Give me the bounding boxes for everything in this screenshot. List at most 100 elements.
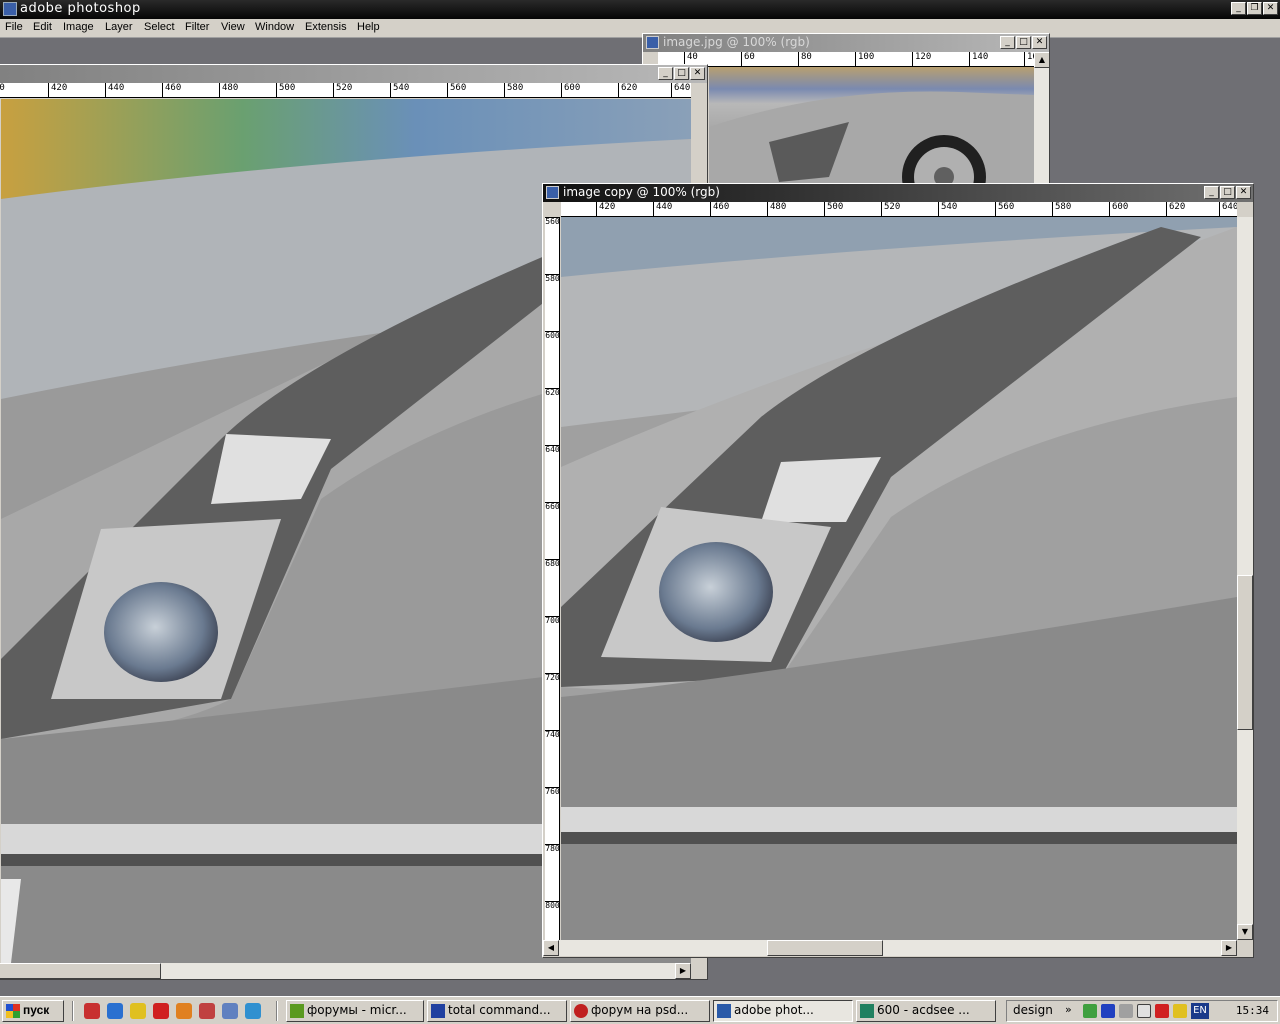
volume-icon[interactable] — [1119, 1004, 1133, 1018]
ruler-tick: 140 — [969, 52, 988, 66]
ruler-tick: 640 — [671, 83, 690, 97]
ruler-tick: 460 — [162, 83, 181, 97]
menu-select[interactable]: Select — [144, 21, 175, 33]
menu-help[interactable]: Help — [357, 21, 380, 33]
document-title-bar[interactable]: _ □ ✕ — [0, 65, 707, 83]
document-window-image-copy[interactable]: image copy @ 100% (rgb) _ □ ✕ 420 440 46… — [542, 183, 1254, 958]
maximize-button[interactable]: □ — [1016, 36, 1031, 49]
close-button[interactable]: ✕ — [1032, 36, 1047, 49]
scroll-down-arrow[interactable]: ▼ — [1237, 924, 1253, 940]
tray-icon[interactable] — [1083, 1004, 1097, 1018]
quicklaunch-app-icon[interactable] — [176, 1003, 192, 1019]
ruler-tick: 80 — [798, 52, 812, 66]
menu-view[interactable]: View — [221, 21, 245, 33]
ruler-tick: 800 — [545, 901, 560, 910]
ruler-tick: 440 — [105, 83, 124, 97]
document-title-bar[interactable]: image copy @ 100% (rgb) _ □ ✕ — [543, 184, 1253, 202]
language-indicator[interactable]: EN — [1191, 1003, 1209, 1019]
scroll-up-arrow[interactable]: ▲ — [1034, 52, 1049, 68]
scroll-thumb[interactable] — [0, 963, 161, 979]
chevron-right-icon[interactable]: » — [1065, 1003, 1072, 1016]
scroll-left-arrow[interactable]: ◀ — [543, 940, 559, 956]
system-tray: design » EN 15:34 — [1006, 1000, 1278, 1022]
menu-extensis[interactable]: Extensis — [305, 21, 347, 33]
photoshop-icon — [3, 2, 17, 16]
vertical-scrollbar[interactable]: ▲ — [1034, 52, 1049, 187]
app-title: adobe photoshop — [20, 1, 141, 16]
taskbar-button-label: форум на psd... — [591, 1003, 689, 1017]
taskbar-button-label: adobe phot... — [734, 1003, 814, 1017]
ruler-tick: 16 — [1024, 52, 1034, 66]
menu-layer[interactable]: Layer — [105, 21, 133, 33]
quicklaunch-ie-icon[interactable] — [107, 1003, 123, 1019]
horizontal-scrollbar[interactable]: ◀ ▶ — [543, 940, 1237, 956]
maximize-button[interactable]: □ — [674, 67, 689, 80]
minimize-button[interactable]: _ — [1204, 186, 1219, 199]
opera-icon — [574, 1004, 588, 1018]
ruler-tick: 100 — [855, 52, 874, 66]
ati-icon[interactable] — [1155, 1004, 1169, 1018]
taskbar-button-forum[interactable]: форумы - micr... — [286, 1000, 424, 1022]
minimize-button[interactable]: _ — [1000, 36, 1015, 49]
start-button[interactable]: пуск — [2, 1000, 64, 1022]
close-button[interactable]: ✕ — [1236, 186, 1251, 199]
ruler-tick: 460 — [710, 202, 729, 216]
car-image — [709, 91, 1034, 187]
ruler-tick: 440 — [653, 202, 672, 216]
document-canvas[interactable] — [561, 217, 1237, 940]
quicklaunch-app-icon[interactable] — [245, 1003, 261, 1019]
toolbar-label[interactable]: design — [1013, 1003, 1053, 1017]
menu-file[interactable]: File — [5, 21, 23, 33]
ruler-tick: 640 — [1219, 202, 1237, 216]
quicklaunch-desktop-icon[interactable] — [84, 1003, 100, 1019]
quicklaunch-app-icon[interactable] — [199, 1003, 215, 1019]
menu-filter[interactable]: Filter — [185, 21, 209, 33]
ruler-tick: 00 — [0, 83, 5, 97]
ruler-tick: 420 — [596, 202, 615, 216]
menu-window[interactable]: Window — [255, 21, 294, 33]
scroll-right-arrow[interactable]: ▶ — [1221, 940, 1237, 956]
tray-icon[interactable] — [1137, 1004, 1151, 1018]
horizontal-ruler: 00 420 440 460 480 500 520 540 560 580 6… — [0, 83, 691, 98]
taskbar-button-total-commander[interactable]: total command... — [427, 1000, 567, 1022]
ruler-tick: 620 — [618, 83, 637, 97]
document-canvas[interactable] — [709, 67, 1034, 187]
scroll-thumb[interactable] — [767, 940, 883, 956]
quicklaunch-icq-icon[interactable] — [130, 1003, 146, 1019]
menu-edit[interactable]: Edit — [33, 21, 52, 33]
maximize-button[interactable]: □ — [1220, 186, 1235, 199]
minimize-button[interactable]: _ — [1231, 2, 1246, 15]
ruler-tick: 540 — [938, 202, 957, 216]
taskbar-button-opera-forum[interactable]: форум на psd... — [570, 1000, 710, 1022]
minimize-button[interactable]: _ — [658, 67, 673, 80]
ruler-tick: 620 — [1166, 202, 1185, 216]
clock[interactable]: 15:34 — [1236, 1004, 1269, 1017]
quicklaunch-app-icon[interactable] — [222, 1003, 238, 1019]
horizontal-ruler: 420 440 460 480 500 520 540 560 580 600 … — [561, 202, 1237, 217]
vertical-scrollbar[interactable]: ▼ — [1237, 217, 1253, 940]
ruler-tick: 600 — [1109, 202, 1128, 216]
ruler-tick: 580 — [504, 83, 523, 97]
taskbar-button-label: total command... — [448, 1003, 551, 1017]
close-button[interactable]: ✕ — [690, 67, 705, 80]
ruler-tick: 520 — [333, 83, 352, 97]
scroll-thumb[interactable] — [1237, 575, 1253, 730]
document-title-bar[interactable]: image.jpg @ 100% (rgb) _ □ ✕ — [643, 34, 1049, 52]
app-icon — [431, 1004, 445, 1018]
tray-icon[interactable] — [1101, 1004, 1115, 1018]
ruler-tick: 480 — [219, 83, 238, 97]
car-closeup-image — [561, 217, 1237, 940]
horizontal-scrollbar[interactable]: ▶ — [0, 963, 691, 979]
ruler-tick: 640 — [545, 445, 560, 454]
start-label: пуск — [23, 1003, 50, 1017]
tray-icon[interactable] — [1173, 1004, 1187, 1018]
ruler-tick: 540 — [390, 83, 409, 97]
quicklaunch-opera-icon[interactable] — [153, 1003, 169, 1019]
restore-button[interactable]: ❐ — [1247, 2, 1262, 15]
close-button[interactable]: ✕ — [1263, 2, 1278, 15]
scroll-right-arrow[interactable]: ▶ — [675, 963, 691, 979]
taskbar-button-acdsee[interactable]: 600 - acdsee ... — [856, 1000, 996, 1022]
menu-image[interactable]: Image — [63, 21, 94, 33]
taskbar-button-photoshop[interactable]: adobe phot... — [713, 1000, 853, 1022]
ruler-tick: 120 — [912, 52, 931, 66]
